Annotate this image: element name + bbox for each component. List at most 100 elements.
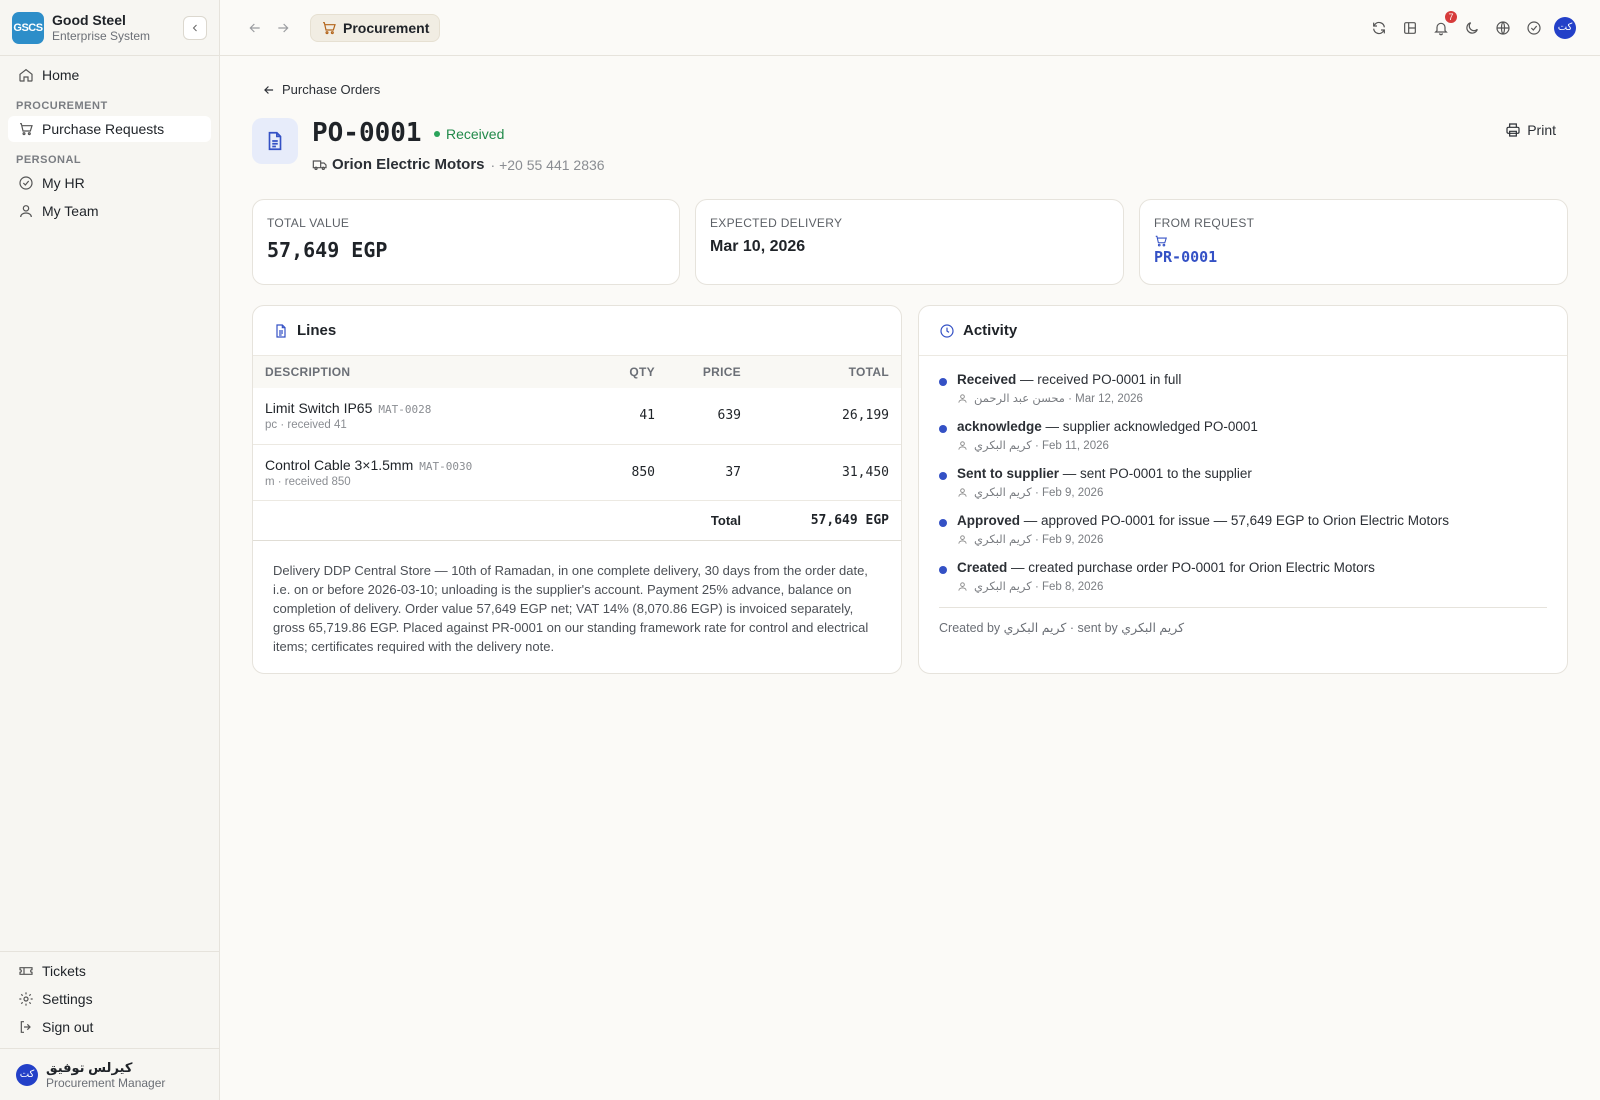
activity-item: Sent to supplier — sent PO-0001 to the s… [939, 466, 1547, 499]
activity-dot [939, 566, 947, 574]
from-request-link[interactable]: PR-0001 [1154, 248, 1553, 266]
back-link-label: Purchase Orders [282, 82, 381, 97]
table-row: Limit Switch IP65 MAT-0028 pc · received … [253, 388, 901, 445]
status-label: Received [446, 126, 505, 142]
current-user[interactable]: كت كيرلس توفيق Procurement Manager [0, 1048, 219, 1100]
supplier-name[interactable]: Orion Electric Motors [332, 156, 485, 173]
activity-meta: كريم البكري · Feb 8, 2026 [974, 581, 1104, 593]
document-icon [273, 323, 289, 339]
item-total: 31,450 [753, 444, 901, 501]
total-value-label: TOTAL VALUE [267, 216, 350, 230]
activity-list: Received — received PO-0001 in full محسن… [919, 356, 1567, 593]
item-name: Control Cable 3×1.5mm [265, 456, 414, 473]
gear-icon [18, 991, 34, 1007]
activity-dot [939, 519, 947, 527]
activity-text: — created purchase order PO-0001 for Ori… [1007, 560, 1375, 575]
collapse-sidebar-button[interactable] [183, 15, 207, 40]
item-sub: pc · received 41 [265, 419, 347, 432]
sidebar-item-tickets[interactable]: Tickets [8, 958, 211, 984]
column-header-description: DESCRIPTION [253, 356, 597, 388]
sidebar-item-label: My Team [42, 203, 99, 219]
lines-title: Lines [297, 322, 337, 339]
activity-card: Activity Received — received PO-0001 in … [918, 305, 1568, 674]
supplier-info: Orion Electric Motors · +20 55 441 2836 [312, 156, 605, 173]
user-icon [957, 440, 968, 451]
sidebar-item-my-hr[interactable]: My HR [8, 170, 211, 196]
user-menu-button[interactable]: كت [1554, 16, 1576, 39]
activity-item: Received — received PO-0001 in full محسن… [939, 372, 1547, 405]
apps-button[interactable] [1399, 17, 1421, 39]
item-code: MAT-0030 [419, 459, 473, 473]
home-icon [18, 67, 34, 83]
activity-text: — supplier acknowledged PO-0001 [1041, 419, 1258, 434]
activity-text: — received PO-0001 in full [1016, 372, 1182, 387]
total-row: Total 57,649 EGP [253, 500, 901, 541]
sidebar-item-purchase-requests[interactable]: Purchase Requests [8, 116, 211, 142]
back-to-purchase-orders-link[interactable]: Purchase Orders [262, 82, 380, 97]
activity-footer: Created by كريم البكري · sent by كريم ال… [939, 607, 1547, 635]
sidebar-item-label: My HR [42, 175, 85, 191]
avatar: كت [1554, 16, 1576, 39]
user-name: كيرلس توفيق [46, 1059, 133, 1075]
user-role: Procurement Manager [46, 1075, 166, 1090]
arrow-left-icon [249, 23, 260, 32]
column-header-total: TOTAL [753, 356, 901, 388]
activity-title-text: acknowledge [957, 419, 1042, 434]
avatar: كت [16, 1063, 38, 1086]
item-code: MAT-0028 [378, 403, 432, 417]
print-button[interactable]: Print [1505, 122, 1556, 138]
clock-icon [939, 323, 955, 339]
activity-meta: محسن عبد الرحمن · Mar 12, 2026 [974, 393, 1143, 405]
user-icon [957, 581, 968, 592]
activity-meta: كريم البكري · Feb 9, 2026 [974, 487, 1104, 499]
sidebar-item-label: Settings [42, 991, 93, 1007]
forward-arrow-button[interactable] [272, 17, 294, 39]
grid-icon [1404, 21, 1416, 34]
total-value: 57,649 EGP [753, 500, 901, 541]
brand-name: Good Steel [52, 12, 126, 28]
brand-subtitle: Enterprise System [52, 29, 151, 43]
item-total: 26,199 [753, 388, 901, 445]
nav-section-personal: PERSONAL [16, 154, 82, 166]
back-arrow-button[interactable] [244, 17, 266, 39]
from-request-label: FROM REQUEST [1154, 216, 1255, 230]
globe-icon [1496, 20, 1510, 35]
sidebar-item-my-team[interactable]: My Team [8, 198, 211, 224]
module-breadcrumb[interactable]: Procurement [310, 13, 441, 42]
notification-badge: 7 [1445, 10, 1457, 23]
sidebar-item-settings[interactable]: Settings [8, 986, 211, 1012]
chevron-left-icon [192, 24, 197, 31]
print-label: Print [1527, 122, 1556, 138]
user-icon [957, 393, 968, 404]
expected-delivery-card: EXPECTED DELIVERY Mar 10, 2026 [695, 199, 1124, 285]
brand-logo: GSCS [12, 11, 44, 44]
item-sub: m · received 850 [265, 475, 351, 488]
notifications-button[interactable]: 7 [1430, 10, 1457, 39]
item-name: Limit Switch IP65 [265, 400, 373, 417]
activity-title-text: Approved [957, 513, 1021, 528]
expected-delivery-label: EXPECTED DELIVERY [710, 216, 843, 230]
activity-title: Activity [963, 322, 1018, 339]
top-bar: Procurement 7 كت [220, 0, 1600, 56]
activity-item: acknowledge — supplier acknowledged PO-0… [939, 419, 1547, 452]
sidebar-item-home[interactable]: Home [8, 62, 211, 88]
printer-icon [1505, 122, 1521, 138]
total-value: 57,649 EGP [267, 238, 388, 262]
activity-header: Activity [919, 306, 1567, 356]
activity-dot [939, 472, 947, 480]
status-badge: Received [434, 126, 504, 142]
activity-item: Approved — approved PO-0001 for issue — … [939, 513, 1547, 546]
activity-dot [939, 425, 947, 433]
check-circle-icon [1527, 20, 1541, 35]
tasks-button[interactable] [1523, 17, 1545, 39]
activity-meta: كريم البكري · Feb 11, 2026 [974, 440, 1109, 452]
sidebar-item-sign-out[interactable]: Sign out [8, 1014, 211, 1040]
language-button[interactable] [1492, 17, 1514, 39]
table-row: Control Cable 3×1.5mm MAT-0030 m · receiv… [253, 444, 901, 501]
page-title: PO-0001 [312, 118, 422, 148]
item-qty: 850 [597, 444, 667, 501]
moon-icon [1466, 21, 1478, 34]
refresh-button[interactable] [1368, 17, 1390, 39]
theme-toggle-button[interactable] [1461, 17, 1483, 39]
cart-icon [321, 20, 337, 36]
